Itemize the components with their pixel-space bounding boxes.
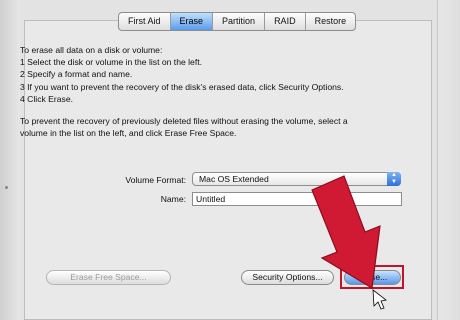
security-options-button[interactable]: Security Options... xyxy=(241,270,334,285)
left-pane-edge xyxy=(0,0,20,320)
name-field[interactable]: Untitled xyxy=(192,192,402,206)
free-space-line: To prevent the recovery of previously de… xyxy=(20,116,348,127)
tab-erase[interactable]: Erase xyxy=(170,13,214,30)
tab-partition[interactable]: Partition xyxy=(213,13,266,30)
splitter-handle[interactable] xyxy=(5,186,8,189)
instruction-line: 4 Click Erase. xyxy=(20,93,74,104)
instruction-line: To erase all data on a disk or volume: xyxy=(20,45,163,55)
window-edge xyxy=(437,0,460,320)
tab-restore[interactable]: Restore xyxy=(306,13,356,30)
volume-format-select[interactable]: Mac OS Extended ▲ ▼ xyxy=(192,172,401,186)
instruction-line: 2 Specify a format and name. xyxy=(20,69,133,80)
instruction-line: 3 If you want to prevent the recovery of… xyxy=(20,81,344,92)
updown-arrows-icon: ▲ ▼ xyxy=(387,172,401,186)
volume-format-value: Mac OS Extended xyxy=(199,174,269,184)
volume-format-label: Volume Format: xyxy=(125,175,186,185)
erase-button-highlight xyxy=(340,265,404,289)
free-space-line: volume in the list on the left, and clic… xyxy=(20,128,237,139)
tab-first-aid[interactable]: First Aid xyxy=(119,13,171,30)
tab-bar: First Aid Erase Partition RAID Restore xyxy=(118,12,357,31)
name-label: Name: xyxy=(160,194,186,204)
erase-free-space-button[interactable]: Erase Free Space... xyxy=(46,270,171,285)
instructions: To erase all data on a disk or volume: 1… xyxy=(20,44,420,139)
instruction-line: 1 Select the disk or volume in the list … xyxy=(20,57,202,68)
tab-raid[interactable]: RAID xyxy=(265,13,306,30)
